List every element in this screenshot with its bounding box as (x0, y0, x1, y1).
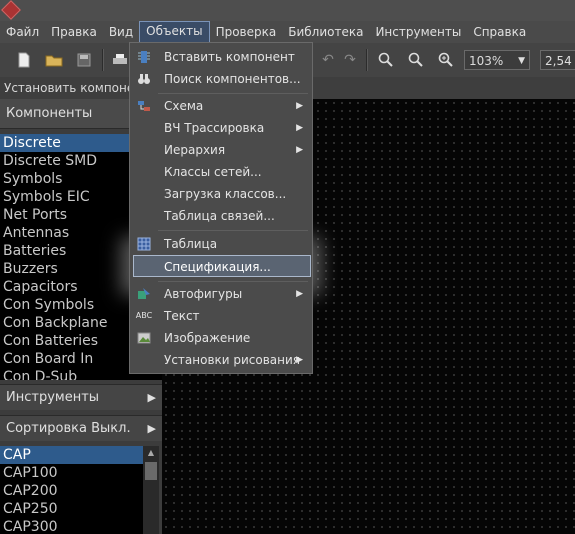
redo-icon[interactable]: ↷ (340, 50, 360, 70)
menu-view[interactable]: Вид (103, 22, 139, 42)
schematic-icon (137, 99, 151, 113)
objects-menu: Вставить компонент Поиск компонентов... … (129, 42, 313, 374)
chevron-down-icon: ▼ (518, 56, 525, 66)
table-icon (137, 237, 151, 251)
scroll-up-icon[interactable]: ▲ (143, 446, 159, 460)
menu-library[interactable]: Библиотека (282, 22, 369, 42)
list-item[interactable]: CAP100 (0, 464, 143, 482)
undo-icon[interactable]: ↶ (318, 50, 338, 70)
image-icon (137, 331, 151, 345)
binoculars-icon (137, 72, 151, 86)
toolbar-separator (102, 49, 104, 71)
new-file-icon[interactable] (14, 50, 34, 70)
menu-item-drawing-settings[interactable]: Установки рисования ▶ (130, 349, 312, 371)
menu-separator (158, 230, 308, 231)
menu-item-specification[interactable]: Спецификация... (133, 255, 311, 277)
zoom-combo[interactable]: 103% ▼ (464, 50, 530, 70)
menu-item-text[interactable]: ABC Текст (130, 305, 312, 327)
menu-item-rf-routing[interactable]: ВЧ Трассировка ▶ (130, 117, 312, 139)
zoom-in-icon[interactable] (376, 50, 396, 70)
submenu-arrow-icon: ▶ (296, 145, 303, 155)
menu-check[interactable]: Проверка (210, 22, 283, 42)
menu-separator (158, 93, 308, 94)
zoom-fit-icon[interactable] (436, 50, 456, 70)
list-item[interactable]: CAP (0, 446, 143, 464)
menu-item-find-components[interactable]: Поиск компонентов... (130, 68, 312, 90)
toolbar-separator (366, 49, 368, 71)
grid-combo[interactable]: 2,54 (540, 50, 575, 70)
app-logo-icon (1, 0, 21, 20)
menu-item-insert-component[interactable]: Вставить компонент (130, 46, 312, 68)
parts-scrollbar[interactable]: ▲ (143, 446, 159, 534)
menu-objects[interactable]: Объекты (139, 21, 210, 43)
parts-list[interactable]: CAP CAP100 CAP200 CAP250 CAP300 (0, 446, 143, 534)
chip-icon (137, 50, 151, 64)
submenu-arrow-icon: ▶ (296, 123, 303, 133)
text-icon: ABC (135, 311, 153, 320)
zoom-out-icon[interactable] (406, 50, 426, 70)
submenu-arrow-icon: ▶ (296, 355, 303, 365)
menu-item-netlist[interactable]: Таблица связей... (130, 205, 312, 227)
menu-file[interactable]: Файл (0, 22, 45, 42)
autoshape-icon (137, 287, 151, 301)
menu-item-table[interactable]: Таблица (130, 233, 312, 255)
open-folder-icon[interactable] (44, 50, 64, 70)
submenu-arrow-icon: ▶ (296, 289, 303, 299)
menu-item-net-classes[interactable]: Классы сетей... (130, 161, 312, 183)
menu-item-image[interactable]: Изображение (130, 327, 312, 349)
menu-help[interactable]: Справка (467, 22, 532, 42)
print-icon[interactable] (110, 50, 130, 70)
menu-item-autoshapes[interactable]: Автофигуры ▶ (130, 283, 312, 305)
tools-label: Инструменты (6, 390, 100, 405)
menu-item-load-classes[interactable]: Загрузка классов... (130, 183, 312, 205)
menu-item-hierarchy[interactable]: Иерархия ▶ (130, 139, 312, 161)
menu-separator (158, 281, 308, 282)
title-bar (0, 0, 575, 21)
menu-bar: Файл Правка Вид Объекты Проверка Библиот… (0, 21, 575, 43)
chevron-right-icon: ▶ (147, 422, 156, 435)
sort-label: Сортировка Выкл. (6, 421, 131, 436)
menu-edit[interactable]: Правка (45, 22, 103, 42)
hint-text: Установить компонент (4, 81, 150, 95)
list-item[interactable]: CAP250 (0, 500, 143, 518)
menu-item-schematic[interactable]: Схема ▶ (130, 95, 312, 117)
submenu-arrow-icon: ▶ (296, 101, 303, 111)
scroll-thumb[interactable] (145, 462, 157, 480)
list-item[interactable]: CAP200 (0, 482, 143, 500)
grid-value: 2,54 (545, 54, 572, 68)
menu-tools[interactable]: Инструменты (369, 22, 467, 42)
zoom-value: 103% (469, 54, 504, 68)
chevron-right-icon: ▶ (147, 391, 156, 404)
list-item[interactable]: CAP300 (0, 518, 143, 534)
save-icon[interactable] (74, 50, 94, 70)
tools-expander[interactable]: Инструменты ▶ (0, 384, 162, 410)
sort-expander[interactable]: Сортировка Выкл. ▶ (0, 415, 162, 441)
